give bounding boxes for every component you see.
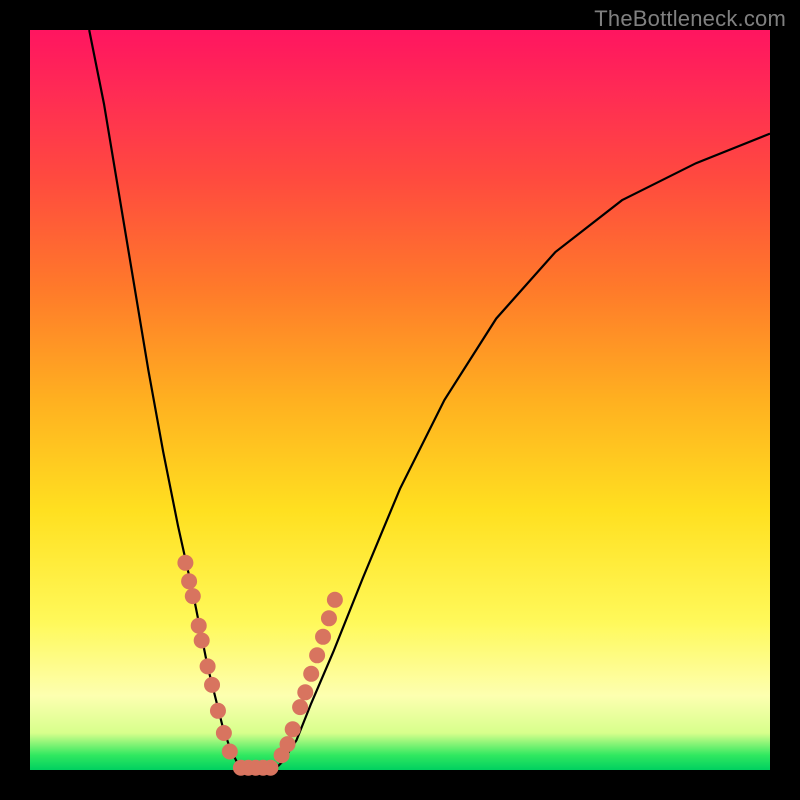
marker-left-cluster — [177, 555, 193, 571]
curve-left-branch — [89, 30, 244, 770]
marker-right-cluster — [321, 610, 337, 626]
marker-right-cluster — [292, 699, 308, 715]
marker-left-cluster — [210, 703, 226, 719]
marker-right-cluster — [285, 721, 301, 737]
marker-left-cluster — [185, 588, 201, 604]
plot-area — [30, 30, 770, 770]
marker-right-cluster — [327, 592, 343, 608]
marker-left-cluster — [191, 618, 207, 634]
curve-right-branch — [274, 134, 770, 770]
marker-right-cluster — [303, 666, 319, 682]
marker-left-cluster — [194, 633, 210, 649]
chart-svg — [30, 30, 770, 770]
marker-left-cluster — [216, 725, 232, 741]
marker-right-cluster — [315, 629, 331, 645]
watermark-text: TheBottleneck.com — [594, 6, 786, 32]
marker-left-cluster — [181, 573, 197, 589]
marker-right-cluster — [309, 647, 325, 663]
marker-right-cluster — [297, 684, 313, 700]
marker-left-cluster — [200, 658, 216, 674]
marker-right-cluster — [280, 736, 296, 752]
marker-left-cluster — [204, 677, 220, 693]
marker-left-cluster — [222, 744, 238, 760]
marker-bottom-cluster — [263, 760, 279, 776]
chart-stage: TheBottleneck.com — [0, 0, 800, 800]
